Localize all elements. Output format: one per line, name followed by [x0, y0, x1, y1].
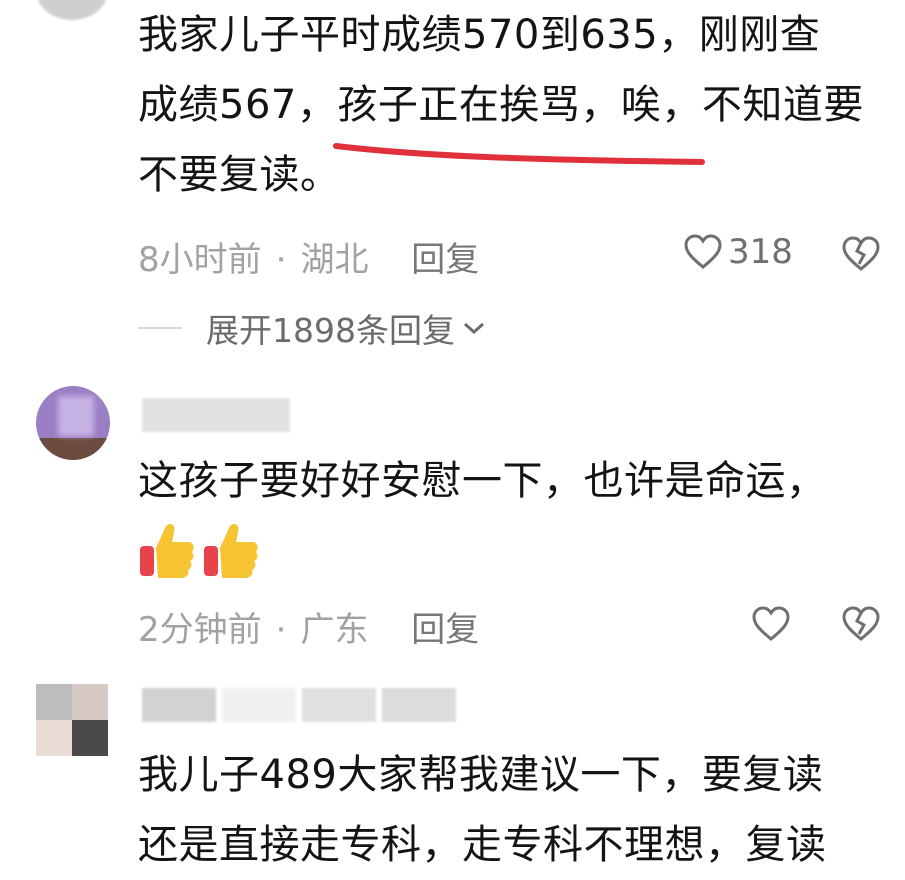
dislike-button[interactable]	[842, 236, 880, 276]
thumbs-up-emoji	[140, 524, 194, 578]
broken-heart-icon	[842, 236, 880, 271]
username-obscured	[142, 688, 502, 722]
reply-button[interactable]: 回复	[411, 240, 479, 280]
avatar[interactable]	[36, 0, 108, 20]
avatar[interactable]	[36, 684, 108, 756]
comment-location: 湖北	[300, 240, 369, 280]
broken-heart-icon	[842, 606, 880, 641]
comment-time: 2分钟前	[138, 610, 262, 650]
reply-button[interactable]: 回复	[411, 610, 479, 650]
comment-line: 成绩567，孩子正在挨骂，唉，不知道要	[138, 82, 864, 128]
chevron-down-icon	[463, 322, 484, 335]
comment-text: 我家儿子平时成绩570到635，刚刚查 成绩567，孩子正在挨骂，唉，不知道要 …	[138, 0, 864, 210]
dislike-button[interactable]	[842, 606, 880, 646]
divider	[138, 327, 182, 329]
emoji-row	[138, 520, 260, 580]
like-button[interactable]: 318	[684, 232, 793, 272]
comment-line: 还是直接走专科，走专科不理想，复读	[138, 822, 827, 868]
comment-time: 8小时前	[138, 240, 262, 280]
expand-replies-button[interactable]: 展开1898条回复	[138, 304, 487, 352]
thumbs-up-emoji	[204, 524, 258, 578]
heart-icon	[752, 606, 790, 641]
comment-meta: 2分钟前 · 广东 回复	[138, 602, 479, 651]
username-obscured	[142, 398, 290, 432]
like-count: 318	[728, 232, 793, 272]
expand-replies-label: 展开1898条回复	[206, 311, 455, 350]
comment-location: 广东	[300, 610, 369, 650]
comment-meta: 8小时前 · 湖北 回复	[138, 232, 479, 281]
comment-line: 这孩子要好好安慰一下，也许是命运，	[138, 458, 827, 504]
like-button[interactable]	[752, 606, 790, 646]
red-underline-annotation	[333, 143, 705, 165]
separator-dot: ·	[275, 610, 287, 650]
separator-dot: ·	[275, 240, 287, 280]
avatar[interactable]	[36, 386, 110, 460]
comment-line: 我家儿子平时成绩570到635，刚刚查	[138, 12, 821, 58]
heart-icon	[684, 234, 722, 269]
comment-text: 这孩子要好好安慰一下，也许是命运，	[138, 446, 827, 516]
comment-text: 我儿子489大家帮我建议一下，要复读 还是直接走专科，走专科不理想，复读	[138, 740, 827, 880]
comment-line: 我儿子489大家帮我建议一下，要复读	[138, 752, 824, 798]
